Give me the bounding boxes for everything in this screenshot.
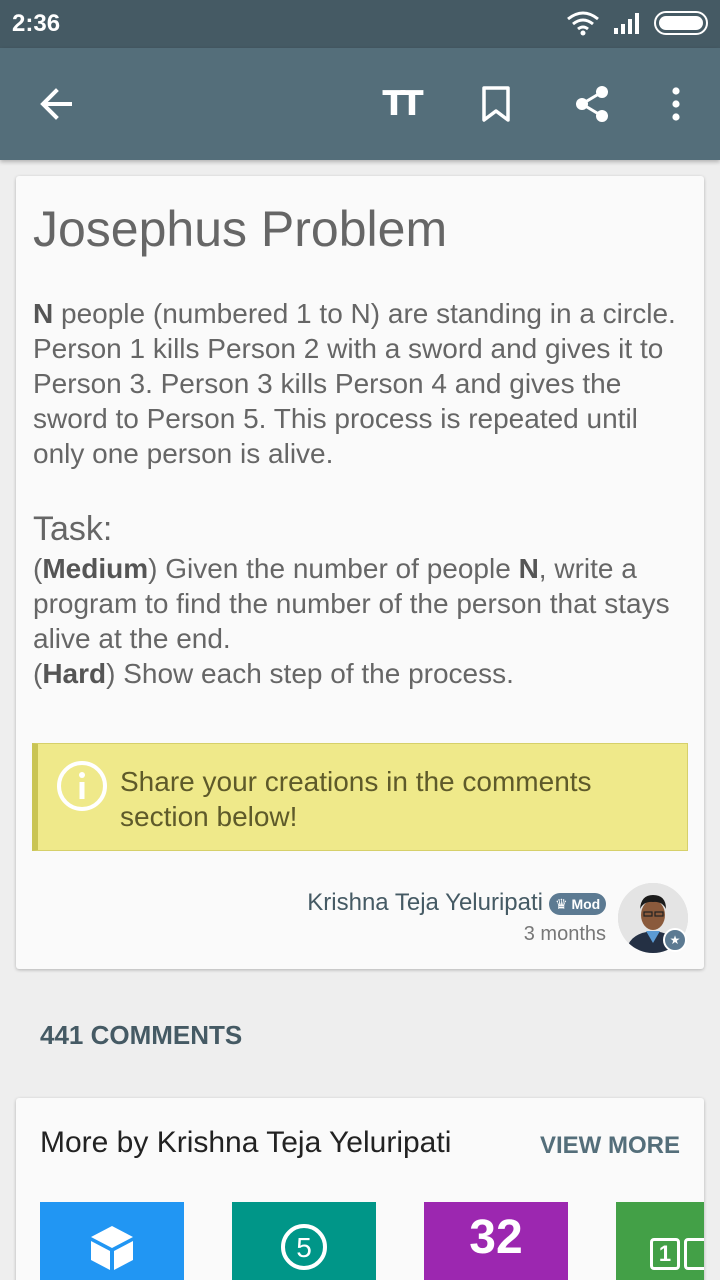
- view-more-button[interactable]: VIEW MORE: [540, 1132, 680, 1160]
- task-medium: (Medium) Given the number of people N, w…: [33, 551, 683, 656]
- level-medium: Medium: [42, 553, 149, 584]
- tile-glyph: 5: [296, 1232, 312, 1263]
- status-icons: [566, 10, 708, 36]
- task-bold-n: N: [518, 553, 539, 584]
- post-intro: N people (numbered 1 to N) are standing …: [33, 296, 683, 471]
- tile-glyph: 1: [650, 1238, 680, 1270]
- mod-star-icon: ★: [663, 928, 687, 952]
- text-size-icon: TT: [382, 84, 423, 124]
- task-heading: Task:: [33, 510, 113, 548]
- intro-text: people (numbered 1 to N) are standing in…: [33, 298, 676, 469]
- task-text: (Medium) Given the number of people N, w…: [33, 551, 683, 691]
- more-item-tile[interactable]: 5: [232, 1202, 376, 1280]
- more-by-card: More by Krishna Teja Yeluripati VIEW MOR…: [16, 1098, 704, 1280]
- status-time: 2:36: [12, 10, 61, 37]
- cube-icon: [91, 1226, 133, 1270]
- status-bar: 2:36: [0, 0, 720, 48]
- paren-open: (: [33, 553, 43, 584]
- share-icon: [576, 86, 608, 122]
- comments-count[interactable]: 441 COMMENTS: [40, 1020, 242, 1051]
- level-hard: Hard: [42, 658, 107, 689]
- share-button[interactable]: [564, 76, 620, 132]
- more-by-title: More by Krishna Teja Yeluripati: [40, 1126, 452, 1159]
- share-note: Share your creations in the comments sec…: [32, 743, 688, 851]
- task-medium-text: ) Given the number of people: [148, 553, 519, 584]
- more-vert-icon: [672, 87, 680, 121]
- post-card: Josephus Problem N people (numbered 1 to…: [16, 176, 704, 969]
- bookmark-icon: [482, 86, 510, 122]
- number-five-icon: 5: [281, 1224, 327, 1270]
- text-size-button[interactable]: TT: [372, 76, 428, 132]
- note-text: Share your creations in the comments sec…: [120, 766, 592, 832]
- overflow-menu-button[interactable]: [648, 76, 704, 132]
- app-bar: TT: [0, 48, 720, 160]
- post-title: Josephus Problem: [33, 201, 448, 257]
- mod-badge: ♛ Mod: [549, 893, 607, 915]
- number-grid-icon: 1: [650, 1238, 704, 1270]
- paren-open: (: [33, 658, 43, 689]
- signal-icon: [614, 13, 639, 34]
- numbers-icon: 32: [469, 1211, 523, 1264]
- arrow-back-icon: [40, 88, 72, 120]
- author-name[interactable]: Krishna Teja Yeluripati: [307, 889, 543, 917]
- grid-cell: [684, 1238, 704, 1270]
- intro-bold-n: N: [33, 298, 54, 329]
- more-item-tile[interactable]: [40, 1202, 184, 1280]
- more-item-tile[interactable]: 32: [424, 1202, 568, 1280]
- post-time: 3 months: [523, 923, 606, 945]
- info-icon: [57, 761, 107, 811]
- task-hard-text: ) Show each step of the process.: [106, 658, 514, 689]
- wifi-icon: [567, 11, 599, 36]
- bookmark-button[interactable]: [468, 76, 524, 132]
- task-hard: (Hard) Show each step of the process.: [33, 656, 683, 691]
- battery-icon: [654, 11, 708, 35]
- more-item-tile[interactable]: 1: [616, 1202, 704, 1280]
- back-button[interactable]: [28, 76, 84, 132]
- mod-badge-label: Mod: [571, 896, 601, 912]
